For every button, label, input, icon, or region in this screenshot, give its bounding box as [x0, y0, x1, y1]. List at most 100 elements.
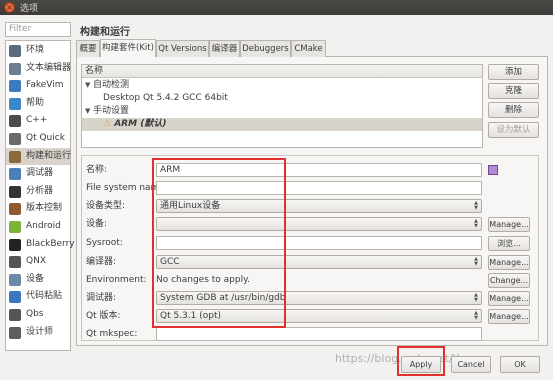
kit-tree: 名称 ▼ 自动检测 Desktop Qt 5.4.2 GCC 64bit ▼ 手动设…	[81, 64, 483, 148]
version-control-icon	[9, 203, 21, 216]
debugger-label: 调试器:	[86, 293, 117, 303]
cpp-icon	[9, 115, 21, 128]
ok-button[interactable]: OK	[500, 356, 540, 373]
expand-arrow-icon[interactable]: ▼	[85, 79, 93, 92]
nav-item[interactable]: 分析器	[6, 183, 70, 200]
debugger-manage-button[interactable]: Manage...	[488, 291, 530, 306]
nav-item-label: Android	[26, 221, 61, 231]
device-label: 设备:	[86, 219, 108, 229]
kit-label: ARM (默认)	[114, 119, 167, 129]
nav-item[interactable]: Qbs	[6, 306, 70, 323]
options-window: × 选项 Filter 环境文本编辑器 FakeVim 帮助 C++ Qt Quick 构…	[0, 0, 553, 380]
nav-item-label: Qbs	[26, 309, 44, 319]
nav-item[interactable]: FakeVim	[6, 77, 70, 94]
tree-group-label: 手动设置	[93, 106, 130, 116]
nav-item[interactable]: BlackBerry	[6, 236, 75, 253]
nav-item[interactable]: Android	[6, 218, 70, 235]
nav-item[interactable]: 设计师	[6, 324, 70, 341]
name-label: 名称:	[86, 165, 108, 175]
tab-debuggers[interactable]: Debuggers	[240, 40, 291, 57]
text-editor-icon	[9, 62, 21, 75]
nav-item-label: FakeVim	[26, 80, 64, 91]
code-paste-icon	[9, 291, 21, 304]
designer-icon	[9, 326, 21, 339]
tree-group-auto[interactable]: ▼ 自动检测	[82, 79, 482, 92]
qbs-icon	[9, 309, 21, 321]
tab-kits[interactable]: 构建套件(Kit)	[100, 39, 156, 57]
kit-tree-header: 名称	[82, 65, 482, 78]
nav-item-label: QNX	[26, 256, 46, 267]
nav-item[interactable]: QNX	[6, 253, 70, 270]
build-run-icon	[9, 150, 21, 163]
debugger-icon	[9, 168, 21, 181]
nav-item[interactable]: 版本控制	[6, 200, 70, 217]
device-type-label: 设备类型:	[86, 201, 126, 211]
highlight-box-apply	[397, 346, 445, 376]
filter-input[interactable]: Filter	[5, 22, 71, 37]
kit-icon-button[interactable]	[488, 165, 498, 175]
qt-quick-icon	[9, 133, 21, 145]
nav-item[interactable]: 环境	[6, 42, 70, 59]
tree-item-arm-kit[interactable]: ⚠ ARM (默认)	[82, 118, 482, 131]
device-manage-button[interactable]: Manage...	[488, 217, 530, 232]
updown-arrows-icon: ▲ ▼	[474, 292, 478, 303]
nav-item-label: 环境	[26, 45, 45, 55]
tab-qt-versions[interactable]: Qt Versions	[156, 40, 209, 57]
nav-item-label: 文本编辑器	[26, 62, 72, 73]
cancel-button[interactable]: Cancel	[451, 356, 491, 373]
kit-label: Desktop Qt 5.4.2 GCC 64bit	[103, 93, 228, 103]
warning-icon: ⚠	[103, 119, 112, 129]
nav-item-label: 构建和运行	[26, 150, 72, 161]
updown-arrows-icon: ▲ ▼	[474, 310, 478, 321]
tree-group-manual[interactable]: ▼ 手动设置	[82, 105, 482, 118]
environment-change-button[interactable]: Change...	[488, 273, 530, 288]
category-list: 环境文本编辑器 FakeVim 帮助 C++ Qt Quick 构建和运行调试器分析器版本…	[5, 40, 75, 351]
title-bar: × 选项	[0, 0, 553, 15]
nav-item[interactable]: 构建和运行	[6, 147, 72, 165]
tree-group-label: 自动检测	[93, 80, 130, 90]
mkspec-field[interactable]	[156, 327, 482, 341]
remove-button[interactable]: 删除	[488, 102, 539, 118]
nav-item[interactable]: Qt Quick	[6, 130, 70, 147]
updown-arrows-icon: ▲ ▼	[474, 218, 478, 229]
devices-icon	[9, 273, 21, 286]
sysroot-label: Sysroot:	[86, 238, 123, 248]
tab-cmake[interactable]: CMake	[291, 40, 326, 57]
qt-version-label: Qt 版本:	[86, 311, 121, 321]
add-button[interactable]: 添加	[488, 64, 539, 80]
page-title: 构建和运行	[80, 27, 130, 38]
analyzer-icon	[9, 185, 21, 198]
nav-item-label: 版本控制	[26, 203, 63, 214]
qt-version-manage-button[interactable]: Manage...	[488, 309, 530, 324]
tab-overview[interactable]: 概要	[76, 40, 100, 57]
nav-item-label: Qt Quick	[26, 133, 65, 143]
android-icon	[9, 221, 21, 233]
nav-item[interactable]: 代码粘贴	[6, 288, 70, 305]
compiler-manage-button[interactable]: Manage...	[488, 255, 530, 270]
nav-item-label: 分析器	[26, 185, 54, 196]
close-icon[interactable]: ×	[4, 2, 15, 13]
nav-item-label: 设备	[26, 273, 45, 284]
nav-item-label: C++	[26, 115, 48, 126]
highlight-box-form	[152, 158, 286, 328]
nav-item[interactable]: 帮助	[6, 95, 70, 112]
clone-button[interactable]: 克隆	[488, 83, 539, 99]
environment-icon	[9, 45, 21, 57]
sysroot-browse-button[interactable]: 浏览...	[488, 236, 530, 251]
nav-item-label: 调试器	[26, 168, 54, 179]
make-default-button[interactable]: 设为默认	[488, 122, 539, 138]
tab-compilers[interactable]: 编译器	[209, 40, 240, 57]
nav-item[interactable]: 文本编辑器	[6, 60, 72, 77]
mkspec-label: Qt mkspec:	[86, 329, 138, 339]
updown-arrows-icon: ▲ ▼	[474, 256, 478, 267]
nav-item[interactable]: C++	[6, 112, 70, 129]
nav-item[interactable]: 设备	[6, 271, 70, 288]
nav-item-label: 设计师	[26, 326, 54, 337]
fakevim-icon	[9, 80, 21, 93]
nav-item-label: 帮助	[26, 97, 45, 108]
expand-arrow-icon[interactable]: ▼	[85, 105, 93, 118]
environment-label: Environment:	[86, 275, 147, 285]
tree-item-desktop-kit[interactable]: Desktop Qt 5.4.2 GCC 64bit	[82, 92, 482, 105]
window-title: 选项	[20, 4, 39, 14]
nav-item[interactable]: 调试器	[6, 165, 70, 182]
